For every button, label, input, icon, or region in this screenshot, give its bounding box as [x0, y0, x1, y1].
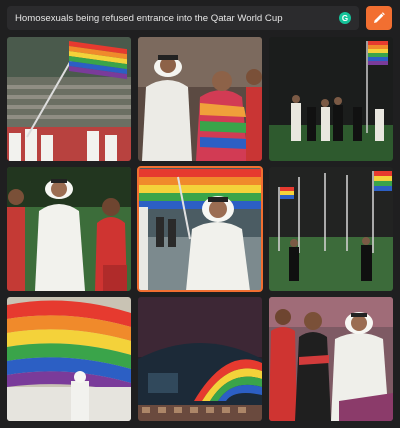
result-image-3[interactable] — [269, 37, 393, 161]
results-grid — [7, 37, 393, 421]
result-image-7[interactable] — [7, 297, 131, 421]
result-image-2[interactable] — [138, 37, 262, 161]
prompt-text[interactable]: Homosexuals being refused entrance into … — [15, 13, 283, 24]
result-image-1[interactable] — [7, 37, 131, 161]
result-image-9[interactable] — [269, 297, 393, 421]
result-image-4[interactable] — [7, 167, 131, 291]
grammarly-icon[interactable]: G — [339, 12, 351, 24]
pencil-icon — [374, 12, 385, 23]
generate-button[interactable] — [366, 6, 392, 30]
result-image-8[interactable] — [138, 297, 262, 421]
prompt-input[interactable]: Homosexuals being refused entrance into … — [7, 6, 359, 30]
result-image-6[interactable] — [269, 167, 393, 291]
result-image-5[interactable] — [137, 166, 263, 292]
